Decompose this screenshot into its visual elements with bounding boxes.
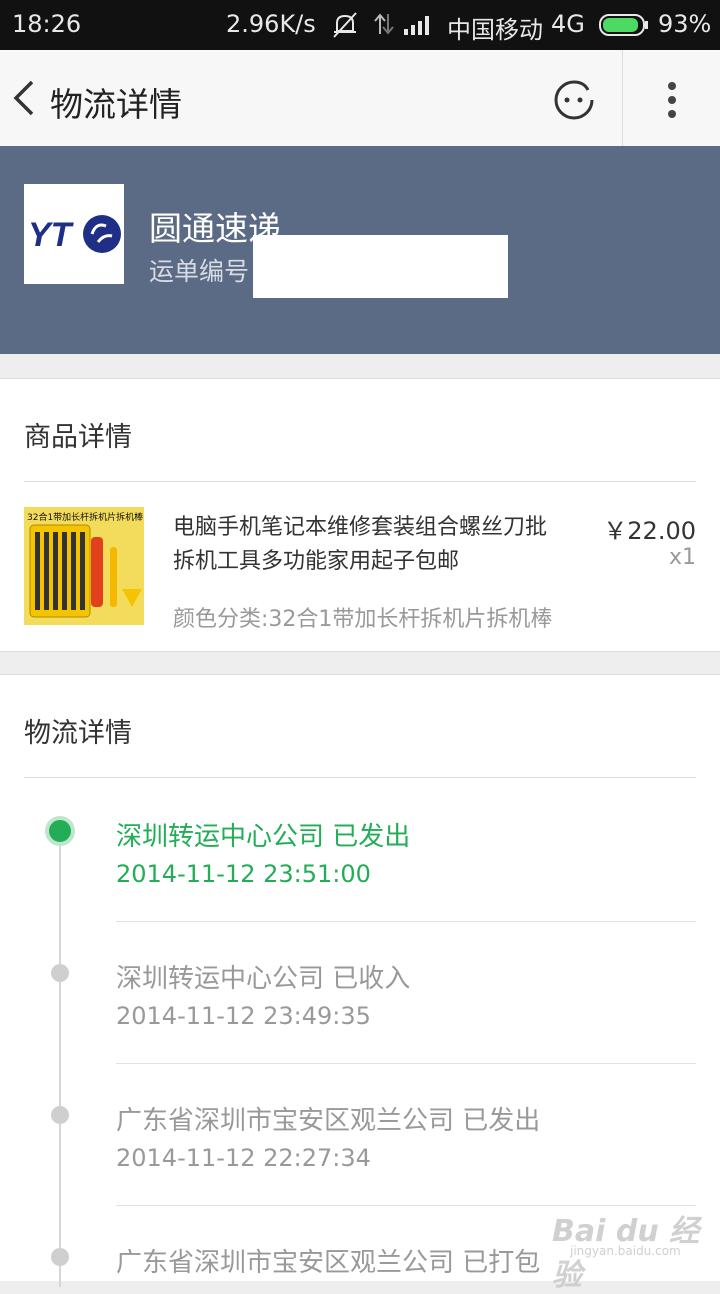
waybill-number-redacted [253,235,508,298]
mute-icon [330,11,360,45]
event-time: 2014-11-12 23:51:00 [116,860,371,888]
product-image-caption: 32合1带加长杆拆机片拆机棒 [27,513,144,523]
timeline-line [59,827,61,1287]
svg-text:YT: YT [28,216,75,254]
courier-banner: YT 圆通速递 运单编号 [0,146,720,354]
status-network: 4G [551,10,585,38]
divider [116,1063,696,1064]
status-bar: 18:26 2.96K/s 中国移动 4G 93% [0,0,720,50]
event-description: 深圳转运中心公司 已收入 [116,964,411,994]
timeline-dot [51,1248,69,1266]
divider [116,921,696,922]
baidu-watermark: Bai du 经验 jingyan.baidu.com [552,1200,712,1293]
signal-icon [404,13,434,41]
divider [24,777,696,778]
status-speed: 2.96K/s [226,10,316,38]
timeline-dot [51,964,69,982]
product-price: ￥22.00 [603,517,696,545]
timeline-dot-active [45,816,75,846]
event-description: 广东省深圳市宝安区观兰公司 已打包 [116,1248,541,1278]
product-name[interactable]: 电脑手机笔记本维修套装组合螺丝刀批拆机工具多功能家用起子包邮 [173,511,553,579]
product-image[interactable]: 32合1带加长杆拆机片拆机棒 [24,507,144,625]
product-quantity: x1 [668,545,696,570]
status-time: 18:26 [12,10,82,38]
logistics-section: 物流详情 深圳转运中心公司 已发出 2014-11-12 23:51:00 深圳… [0,674,720,1287]
timeline-dot [51,1106,69,1124]
status-carrier: 中国移动 [447,16,543,44]
customer-service-icon[interactable] [552,78,596,122]
event-time: 2014-11-12 23:49:35 [116,1002,371,1030]
event-time: 2014-11-12 22:27:34 [116,1144,371,1172]
data-arrows-icon [372,12,396,42]
product-section-title: 商品详情 [24,422,132,453]
product-spec: 颜色分类:32合1带加长杆拆机片拆机棒 [173,607,553,632]
watermark-url: jingyan.baidu.com [570,1244,681,1258]
courier-logo: YT [24,184,124,284]
event-description: 广东省深圳市宝安区观兰公司 已发出 [116,1106,541,1136]
page-title: 物流详情 [50,85,182,124]
product-section: 商品详情 32合1带加长杆拆机片拆机棒 电脑手机笔记本维修套装组合螺丝刀批拆机工… [0,378,720,652]
event-description: 深圳转运中心公司 已发出 [116,822,411,852]
title-bar: 物流详情 [0,50,720,147]
more-vertical-icon[interactable] [660,80,684,120]
title-divider [622,50,623,146]
divider [24,481,696,482]
logistics-section-title: 物流详情 [24,718,132,749]
status-battery-percent: 93% [658,10,712,38]
battery-icon [599,14,649,36]
waybill-label: 运单编号 [149,257,250,286]
back-arrow-icon[interactable] [8,78,40,118]
